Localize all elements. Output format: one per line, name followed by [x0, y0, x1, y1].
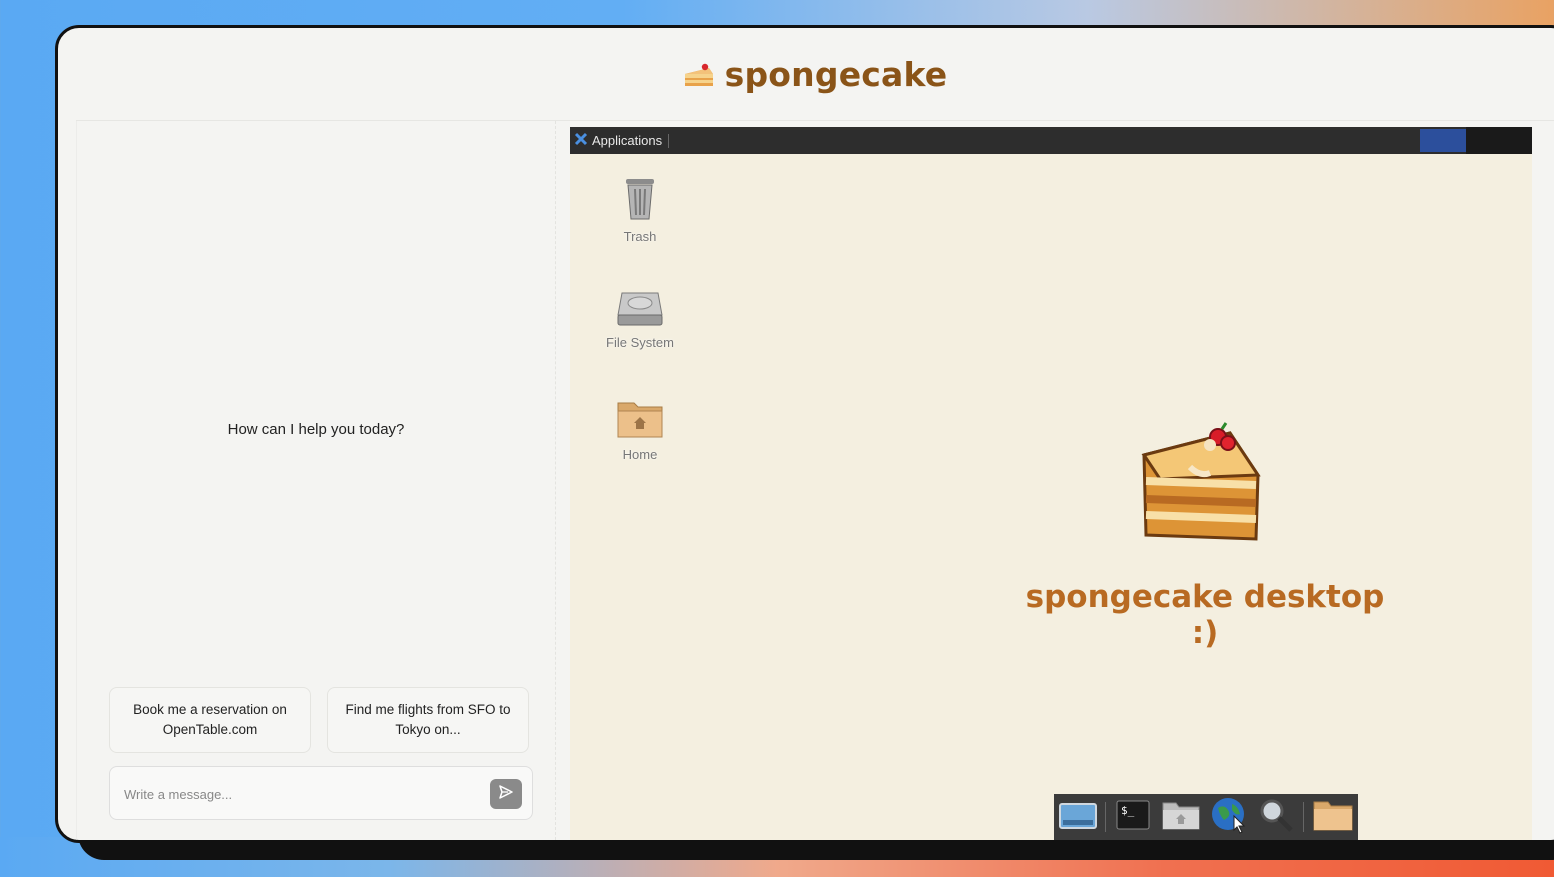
dock-item-show-desktop[interactable]	[1058, 797, 1097, 837]
workspace-switcher[interactable]	[1420, 129, 1466, 152]
desktop-title: spongecake desktop :)	[1025, 579, 1385, 651]
desktop-icon-label: Home	[622, 447, 658, 462]
dock-item-search[interactable]	[1256, 797, 1295, 837]
main-content: How can I help you today? Book me a rese…	[76, 120, 1554, 840]
web-browser-icon	[1210, 796, 1248, 838]
desktop-icon-home[interactable]: Home	[590, 397, 690, 462]
desktop-icon-label: File System	[606, 335, 674, 350]
dock-item-terminal[interactable]: $_	[1114, 797, 1153, 837]
search-icon	[1258, 797, 1294, 837]
dock-separator	[1303, 802, 1304, 832]
suggestion-list: Book me a reservation on OpenTable.com F…	[109, 687, 529, 753]
dock-item-folder[interactable]	[1312, 797, 1354, 837]
panel-tray	[1466, 127, 1532, 154]
hard-drive-icon	[616, 292, 664, 331]
desktop-icon-file-system[interactable]: File System	[590, 287, 690, 350]
desktop-icon-label: Trash	[623, 229, 657, 244]
applications-menu-label: Applications	[592, 133, 663, 148]
xfce-logo-icon	[574, 132, 588, 149]
suggestion-label: Find me flights from SFO to Tokyo on...	[345, 702, 511, 737]
folder-icon	[1312, 798, 1354, 836]
app-window: spongecake How can I help you today? Boo…	[55, 25, 1554, 843]
terminal-icon: $_	[1116, 800, 1150, 834]
welcome-message: How can I help you today?	[227, 421, 405, 438]
show-desktop-icon	[1058, 800, 1097, 834]
suggestion-flights[interactable]: Find me flights from SFO to Tokyo on...	[327, 687, 529, 753]
app-header: spongecake	[58, 28, 1554, 120]
cake-logo-icon	[683, 60, 715, 88]
send-icon	[498, 784, 514, 804]
file-manager-icon	[1161, 799, 1201, 835]
cake-illustration	[1130, 415, 1270, 555]
dock-separator	[1105, 802, 1106, 832]
home-folder-icon	[616, 402, 664, 443]
app-title: spongecake	[724, 54, 948, 94]
message-input[interactable]	[124, 783, 464, 805]
top-panel: Applications	[570, 127, 1532, 154]
dock: $_	[1054, 794, 1358, 840]
panel-separator	[668, 133, 670, 148]
applications-menu[interactable]: Applications	[570, 132, 662, 149]
send-button[interactable]	[490, 779, 522, 809]
dock-item-web-browser[interactable]	[1209, 797, 1248, 837]
suggestion-label: Book me a reservation on OpenTable.com	[133, 702, 287, 737]
desktop-icon-trash[interactable]: Trash	[590, 175, 690, 244]
trash-icon	[620, 179, 660, 225]
remote-desktop[interactable]: Applications Trash File System Home spon…	[570, 127, 1532, 840]
dock-item-file-manager[interactable]	[1161, 797, 1201, 837]
svg-text:$_: $_	[1121, 804, 1135, 817]
chat-panel: How can I help you today? Book me a rese…	[76, 121, 556, 840]
suggestion-opentable[interactable]: Book me a reservation on OpenTable.com	[109, 687, 311, 753]
message-composer	[109, 766, 533, 820]
